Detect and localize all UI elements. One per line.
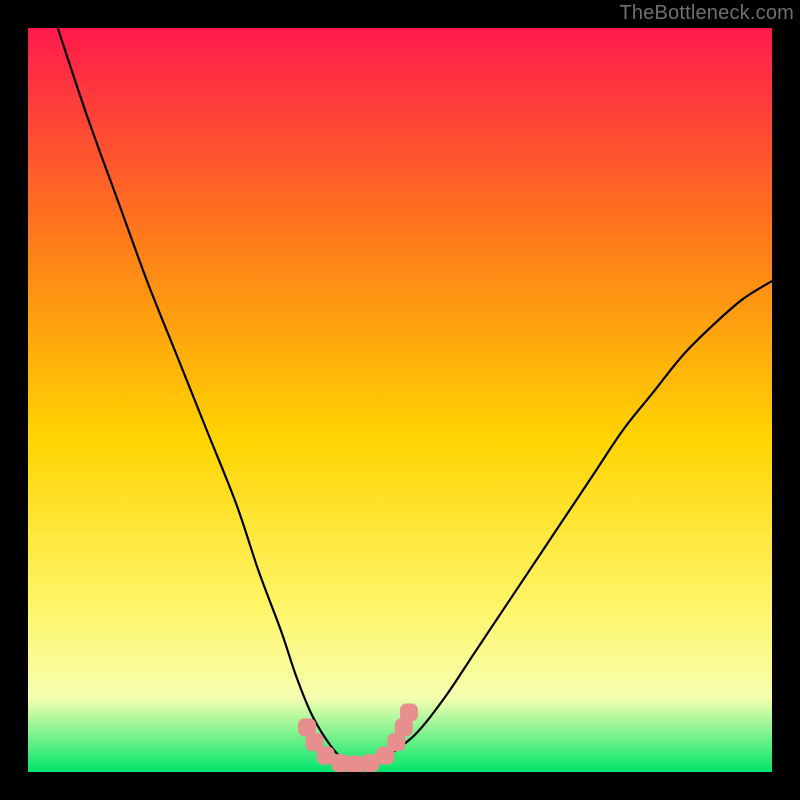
gradient-background bbox=[28, 28, 772, 772]
curve-marker bbox=[400, 703, 418, 721]
watermark-text: TheBottleneck.com bbox=[619, 2, 794, 25]
chart-plot-area bbox=[28, 28, 772, 772]
chart-frame: TheBottleneck.com bbox=[0, 0, 800, 800]
chart-svg bbox=[28, 28, 772, 772]
